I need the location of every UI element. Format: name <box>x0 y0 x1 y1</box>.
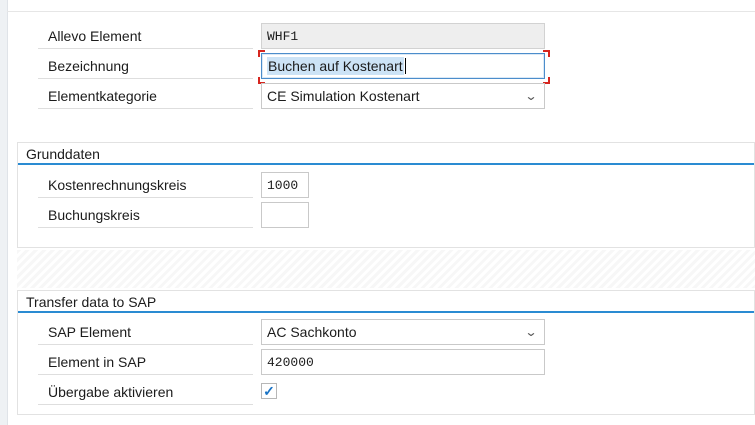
bezeichnung-value: Buchen auf Kostenart <box>267 57 404 75</box>
chevron-down-icon[interactable]: ⌄ <box>524 89 537 103</box>
row-sap-element: SAP Element AC Sachkonto ⌄ <box>38 319 548 345</box>
element-in-sap-value: 420000 <box>267 354 314 370</box>
hatched-spacer <box>17 250 755 288</box>
allevo-element-field: WHF1 <box>261 23 545 49</box>
allevo-element-value: WHF1 <box>267 28 299 44</box>
row-buchungskreis: Buchungskreis <box>38 202 548 228</box>
row-element-in-sap: Element in SAP 420000 <box>38 349 548 375</box>
sap-element-value: AC Sachkonto <box>267 324 357 340</box>
kostenrechnungskreis-input[interactable]: 1000 <box>261 172 309 198</box>
allevo-element-label: Allevo Element <box>38 23 253 49</box>
element-in-sap-input[interactable]: 420000 <box>261 349 545 375</box>
uebergabe-checkbox[interactable]: ✓ <box>261 383 277 399</box>
grunddaten-title-rule <box>18 163 754 165</box>
bezeichnung-label: Bezeichnung <box>38 53 253 79</box>
focus-corner-tl <box>258 50 265 57</box>
sap-element-dropdown[interactable]: AC Sachkonto ⌄ <box>261 319 545 345</box>
row-elementkategorie: Elementkategorie CE Simulation Kostenart… <box>38 83 548 109</box>
transfer-title: Transfer data to SAP <box>26 294 157 310</box>
uebergabe-label: Übergabe aktivieren <box>38 379 253 405</box>
kostenrechnungskreis-value: 1000 <box>267 177 299 193</box>
checkmark-icon: ✓ <box>263 383 275 399</box>
elementkategorie-dropdown[interactable]: CE Simulation Kostenart ⌄ <box>261 83 545 109</box>
bezeichnung-input[interactable]: Buchen auf Kostenart <box>261 53 545 79</box>
text-caret <box>404 58 406 74</box>
element-in-sap-label: Element in SAP <box>38 349 253 375</box>
row-uebergabe: Übergabe aktivieren ✓ <box>38 379 548 405</box>
elementkategorie-value: CE Simulation Kostenart <box>267 88 420 104</box>
row-bezeichnung: Bezeichnung Buchen auf Kostenart <box>38 50 550 84</box>
buchungskreis-input[interactable] <box>261 202 309 228</box>
left-edge-strip <box>0 0 8 425</box>
row-allevo-element: Allevo Element WHF1 <box>38 23 548 49</box>
top-divider <box>7 11 755 12</box>
elementkategorie-label: Elementkategorie <box>38 83 253 109</box>
grunddaten-title: Grunddaten <box>26 146 100 162</box>
buchungskreis-label: Buchungskreis <box>38 202 253 228</box>
transfer-title-rule <box>18 311 754 313</box>
kostenrechnungskreis-label: Kostenrechnungskreis <box>38 172 253 198</box>
focus-corner-tr <box>543 50 550 57</box>
row-kostenrechnungskreis: Kostenrechnungskreis 1000 <box>38 172 548 198</box>
sap-element-label: SAP Element <box>38 319 253 345</box>
chevron-down-icon[interactable]: ⌄ <box>524 325 537 339</box>
